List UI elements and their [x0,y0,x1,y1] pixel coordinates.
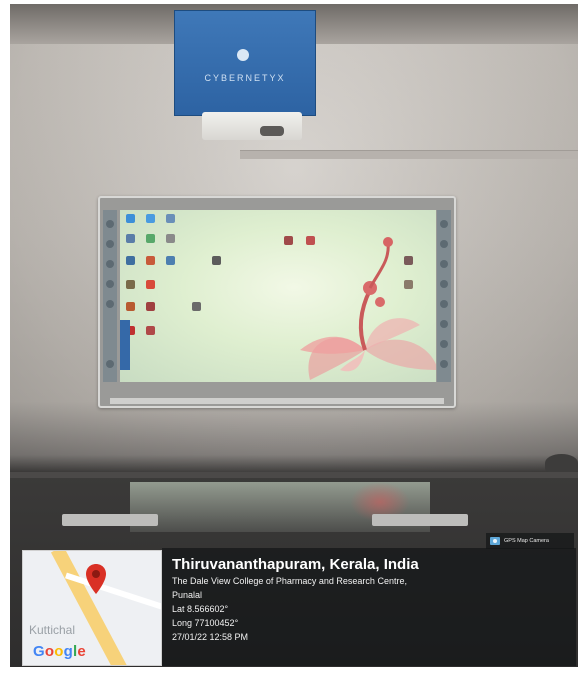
logo-letter: o [44,643,55,660]
gps-badge-label: GPS Map Camera [504,538,549,544]
desktop-icon [146,234,155,243]
projector-lens [260,126,284,136]
board-button [106,240,114,248]
board-button [106,260,114,268]
board-button [106,220,114,228]
speaker [545,454,578,472]
board-button [440,360,448,368]
table-plate [372,514,468,526]
camera-icon [490,537,500,545]
address-line: The Dale View College of Pharmacy and Re… [172,576,407,586]
interactive-whiteboard [98,196,456,408]
desktop-icon [126,214,135,223]
board-button [440,320,448,328]
projector-sign: CYBERNETYX [174,10,316,116]
board-button [440,240,448,248]
board-left-panel [103,210,117,382]
desktop-icon [146,326,155,335]
desktop-side-taskbar [120,320,130,370]
gps-camera-badge: GPS Map Camera [486,533,574,549]
board-button [440,260,448,268]
desktop-icon [146,302,155,311]
longitude: Long 77100452° [172,618,239,628]
google-logo: Google [33,643,86,660]
board-button [440,340,448,348]
location-info: Thiruvananthapuram, Kerala, India The Da… [172,556,572,644]
logo-letter: g [63,643,73,660]
desktop-icon [192,302,201,311]
logo-letter: o [54,643,64,660]
map-place-label: Kuttichal [29,623,76,637]
desktop-icon [126,302,135,311]
desktop-icon [146,256,155,265]
desktop-icon [146,214,155,223]
projector [202,112,302,140]
board-button [106,280,114,288]
desktop-icon [146,280,155,289]
projector-logo-icon [237,49,249,61]
flower-wallpaper [300,237,436,380]
logo-letter: G [33,643,45,660]
table-edge [10,472,578,478]
desktop-icon [166,214,175,223]
board-button [440,280,448,288]
desktop-icon [166,256,175,265]
mount-bar [240,150,578,159]
projected-desktop [120,210,436,382]
logo-letter: e [77,643,86,660]
address-line: Punalal [172,590,203,600]
location-city: Thiruvananthapuram, Kerala, India [172,556,419,573]
desktop-icon [306,236,315,245]
board-right-panel [437,210,451,382]
board-button [440,300,448,308]
board-tray [110,398,444,404]
desktop-icon [126,280,135,289]
timestamp: 27/01/22 12:58 PM [172,632,249,642]
map-thumbnail: Kuttichal Google [22,550,162,666]
desktop-icon [404,280,413,289]
desktop-icon [212,256,221,265]
desktop-icon [404,256,413,265]
desktop-icon [126,234,135,243]
table-plate [62,514,158,526]
desktop-icon [126,256,135,265]
board-button [106,360,114,368]
desktop-icon [166,234,175,243]
board-button [440,220,448,228]
board-button [106,300,114,308]
latitude: Lat 8.566602° [172,604,229,614]
projector-brand: CYBERNETYX [204,73,286,83]
map-pin-icon [86,564,106,594]
desktop-icon [284,236,293,245]
